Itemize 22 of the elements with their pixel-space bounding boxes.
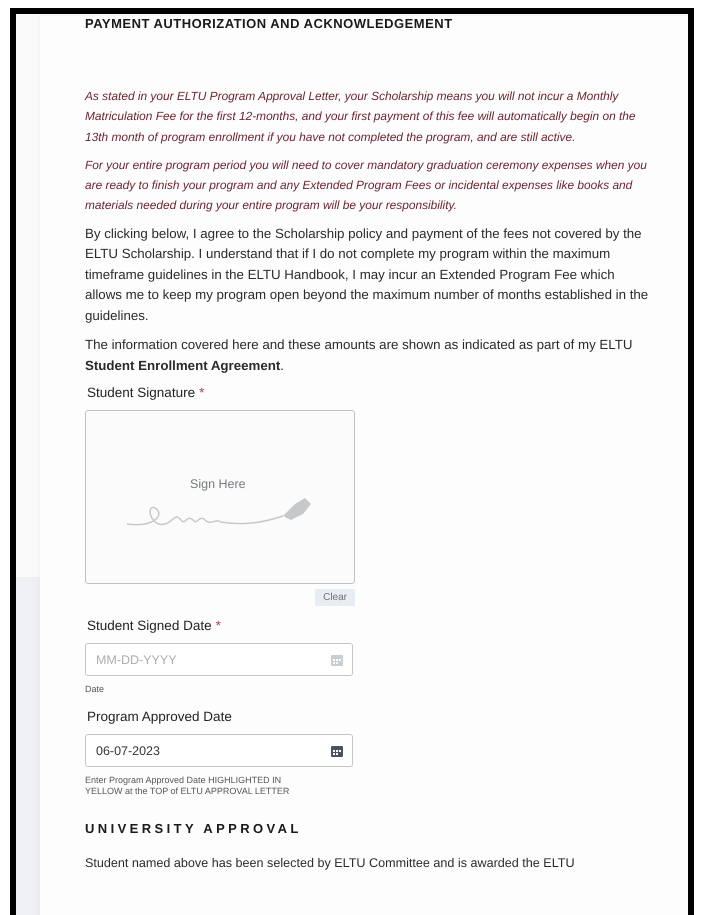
body-text: Student named above has been selected by ELTU Committee and is awarded the ELTU [85, 856, 576, 870]
help-text: Date [85, 684, 106, 696]
field-label: Program Approved Date [87, 709, 232, 724]
sign-here-prompt: Sign Here [190, 477, 246, 492]
clear-button[interactable]: Clear [315, 589, 355, 606]
body-text: The information covered here and these amounts are shown as indicated as part of my ELTU Student Enrollment Agreement. [85, 336, 634, 375]
date-field[interactable]: 06-07-2023 [85, 734, 353, 768]
signature-pad[interactable]: Sign Here [85, 410, 355, 584]
field-label: Student Signed Date [87, 618, 212, 634]
date-input[interactable]: MM-DD-YYYY [96, 652, 296, 667]
date-field[interactable]: MM-DD-YYYY [85, 643, 353, 676]
section-heading: PAYMENT AUTHORIZATION AND ACKNOWLEDGEMENT [85, 16, 454, 33]
calendar-icon[interactable] [331, 744, 343, 757]
date-input[interactable]: 06-07-2023 [96, 744, 296, 758]
notice-text: As stated in your ELTU Program Approval Letter, your Scholarship means you will not incur a Monthly Matriculation Fee for the first 12-months, and your first payment of this fee will automatically begin on the 13th month of program enrollment if you have not completed the program, and are still active. [85, 88, 637, 146]
required-mark: * [199, 385, 204, 400]
section-heading: UNIVERSITY APPROVAL [85, 821, 303, 836]
required-mark: * [216, 618, 221, 634]
help-text: Enter Program Approved Date HIGHLIGHTED IN YELLOW at the TOP of ELTU APPROVAL LETTER [85, 775, 290, 798]
body-text: By clicking below, I agree to the Scholarship policy and payment of the fees not covered by the ELTU Scholarship. I understand that if I do not complete my program within the maximum timeframe guidelines in the ELTU Handbook, I may incur an Extended Program Fee which allows me to keep my program open beyond the maximum number of months established in the guidelines. [85, 224, 650, 325]
notice-text: For your entire program period you will need to cover mandatory graduation ceremony expenses when you are ready to finish your program and any Extended Program Fees or incidental expenses like books and materials needed during your entire program will be your responsibility. [85, 156, 648, 214]
field-label: Student Signature [87, 385, 196, 400]
